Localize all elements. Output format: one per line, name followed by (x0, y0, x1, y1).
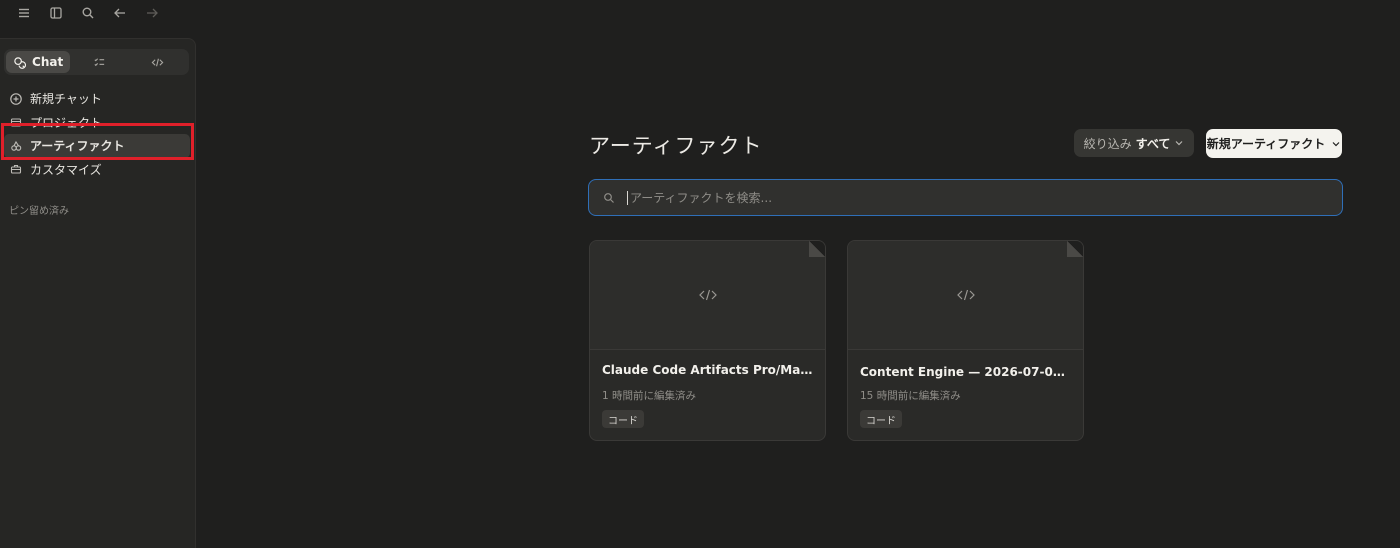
card-title: Content Engine — 2026-07-04 進… (860, 365, 1072, 379)
search-icon[interactable] (72, 2, 104, 24)
sidebar-item-label: カスタマイズ (30, 162, 102, 177)
sidebar-item-new-chat[interactable]: 新規チャット (4, 87, 190, 111)
artifacts-icon (11, 140, 22, 151)
tab-chat[interactable]: Chat (6, 51, 71, 73)
search-bar (588, 179, 1343, 216)
card-meta: 15 時間前に編集済み (860, 390, 961, 402)
chat-bubbles-icon (14, 56, 27, 69)
page-title: アーティファクト (589, 134, 763, 158)
tasks-icon (94, 57, 105, 66)
mode-tabs: Chat (4, 49, 189, 75)
sidebar-nav: 新規チャット プロジェクト アーティファクト カスタマイズ (4, 87, 190, 181)
sidebar-item-customize[interactable]: カスタマイズ (4, 158, 190, 182)
pinned-section-label: ピン留め済み (9, 206, 69, 217)
chevron-down-icon (1175, 141, 1183, 146)
briefcase-icon (10, 165, 22, 174)
sidebar-item-label: プロジェクト (30, 115, 103, 130)
arrow-left-icon[interactable] (104, 2, 136, 24)
sidebar-item-projects[interactable]: プロジェクト (4, 111, 190, 135)
sidebar-item-label: 新規チャット (30, 92, 102, 107)
folder-icon (10, 118, 22, 127)
code-icon (956, 289, 975, 301)
card-preview (848, 241, 1083, 350)
card-type-badge: コード (860, 410, 902, 428)
page-fold-corner (1067, 241, 1083, 257)
sidebar-item-label: アーティファクト (30, 139, 125, 154)
page-fold-corner (809, 241, 825, 257)
filter-value: すべて (1135, 136, 1171, 151)
new-artifact-label: 新規アーティファクト (1206, 137, 1326, 151)
card-preview (590, 241, 825, 350)
filter-label: 絞り込み (1083, 136, 1132, 151)
card-type-badge: コード (602, 410, 644, 428)
chevron-down-icon (1332, 141, 1340, 146)
new-artifact-button[interactable]: 新規アーティファクト (1206, 129, 1342, 158)
tab-tasks[interactable] (70, 51, 128, 73)
main-content: アーティファクト 絞り込み すべて 新規アーティファクト Claude Code… (197, 0, 1400, 548)
code-icon (698, 289, 717, 301)
tab-chat-label: Chat (32, 55, 64, 69)
menu-icon[interactable] (8, 2, 40, 24)
artifact-card[interactable]: Claude Code Artifacts Pro/Max … 1 時間前に編集… (589, 240, 826, 441)
code-icon (151, 58, 164, 66)
filter-dropdown[interactable]: 絞り込み すべて (1074, 129, 1194, 157)
sidebar: Chat 新規チャット プロジェクト アーティファクト カスタマイズ ピン留め済… (0, 38, 196, 548)
artifact-card[interactable]: Content Engine — 2026-07-04 進… 15 時間前に編集… (847, 240, 1084, 441)
sidebar-toggle-icon[interactable] (40, 2, 72, 24)
arrow-right-icon[interactable] (136, 2, 168, 24)
card-meta: 1 時間前に編集済み (602, 390, 697, 402)
search-input[interactable] (627, 190, 1307, 205)
search-icon (604, 192, 614, 203)
sidebar-item-artifacts[interactable]: アーティファクト (4, 134, 190, 158)
card-title: Claude Code Artifacts Pro/Max … (602, 363, 814, 377)
plus-icon (10, 92, 22, 105)
tab-code[interactable] (129, 51, 187, 73)
